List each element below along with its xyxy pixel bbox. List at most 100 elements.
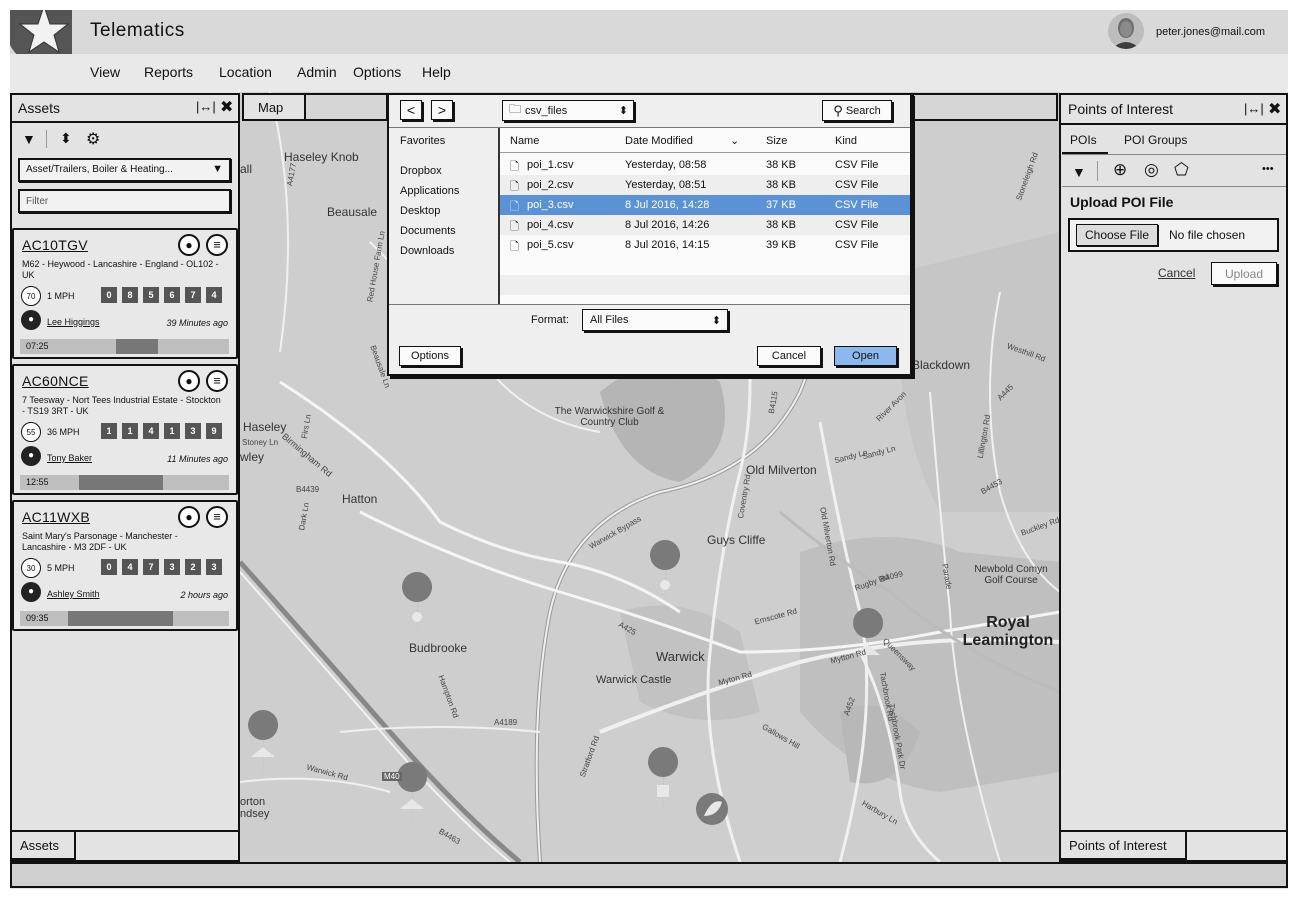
menu-icon[interactable]: ≡ [206, 234, 228, 256]
menu-location[interactable]: Location [219, 64, 272, 80]
file-row[interactable]: 🗋 poi_3.csv 8 Jul 2016, 14:28 37 KB CSV File [500, 195, 910, 215]
sort-icon[interactable]: ⬍ [60, 130, 72, 147]
driver-name[interactable]: Tony Baker [47, 453, 92, 463]
driver-avatar-icon: ● [21, 310, 41, 330]
last-seen: 2 hours ago [180, 590, 228, 600]
map-label-golf-club: The Warwickshire Golf & Country Club [554, 406, 665, 428]
file-kind: CSV File [835, 199, 879, 211]
empty-row [500, 275, 910, 295]
dock-icon[interactable]: |↔| [196, 99, 216, 114]
file-size: 39 KB [766, 239, 796, 251]
driver-icon[interactable]: ● [178, 506, 200, 528]
odometer-digit: 7 [143, 559, 159, 575]
more-options-icon[interactable]: ••• [1262, 163, 1274, 175]
add-circle-poi-icon[interactable]: ◎ [1144, 160, 1159, 180]
menu-reports[interactable]: Reports [144, 64, 193, 80]
chevron-down-icon[interactable]: ⌄ [730, 134, 739, 147]
driver-name[interactable]: Ashley Smith [47, 589, 100, 599]
favorite-applications[interactable]: Applications [400, 185, 459, 197]
menu-bar [10, 54, 1288, 92]
logo [10, 10, 72, 54]
close-icon[interactable]: ✖ [1268, 99, 1281, 119]
cancel-button[interactable]: Cancel [757, 346, 821, 366]
tab-poi-groups[interactable]: POI Groups [1124, 133, 1187, 147]
driver-name[interactable]: Lee Higgings [47, 317, 100, 327]
search-button[interactable]: ⚲ Search [822, 100, 892, 121]
favorite-desktop[interactable]: Desktop [400, 205, 440, 217]
cancel-link[interactable]: Cancel [1158, 266, 1195, 280]
map-label-blackdown: Blackdown [912, 358, 971, 372]
tab-pois[interactable]: POIs [1070, 133, 1097, 147]
odometer-digit: 0 [101, 559, 117, 575]
column-name[interactable]: Name [510, 135, 539, 147]
file-size: 38 KB [766, 219, 796, 231]
road-label: M40 [382, 772, 402, 781]
options-button[interactable]: Options [399, 346, 461, 366]
file-row[interactable]: 🗋 poi_2.csv Yesterday, 08:51 38 KB CSV File [500, 175, 910, 195]
driver-icon[interactable]: ● [178, 234, 200, 256]
timeline-bar[interactable]: 07:25 [20, 339, 229, 354]
menu-options[interactable]: Options [353, 64, 401, 80]
column-kind[interactable]: Kind [835, 135, 857, 147]
choose-file-button[interactable]: Choose File [1076, 224, 1158, 246]
assets-footer-tab[interactable]: Assets [10, 830, 76, 860]
add-polygon-poi-icon[interactable]: ⬠ [1174, 160, 1189, 180]
menu-view[interactable]: View [90, 64, 120, 80]
map-label-budbrooke: Budbrooke [409, 641, 468, 655]
column-date-modified[interactable]: Date Modified [625, 135, 693, 147]
asset-plate[interactable]: AC60NCE [22, 373, 89, 389]
close-icon[interactable]: ✖ [220, 97, 233, 117]
asset-filter-input[interactable]: Filter [18, 189, 231, 213]
tab-map[interactable]: Map [242, 93, 306, 121]
map-label-hatton: Hatton [342, 492, 378, 506]
file-row[interactable]: 🗋 poi_5.csv 8 Jul 2016, 14:15 39 KB CSV File [500, 235, 910, 255]
asset-plate[interactable]: AC10TGV [22, 237, 88, 253]
filter-icon[interactable]: ▼ [1072, 164, 1086, 180]
map-label-old-milverton: Old Milverton [746, 463, 817, 477]
favorite-documents[interactable]: Documents [400, 225, 456, 237]
user-email[interactable]: peter.jones@mail.com [1156, 26, 1265, 38]
divider [1059, 123, 1288, 125]
chevron-down-icon: ▼ [212, 163, 223, 175]
timeline-fill [68, 611, 173, 626]
empty-row [500, 255, 910, 275]
driver-icon[interactable]: ● [178, 370, 200, 392]
dock-icon[interactable]: |↔| [1244, 101, 1264, 116]
file-row[interactable]: 🗋 poi_1.csv Yesterday, 08:58 38 KB CSV File [500, 155, 910, 175]
open-button[interactable]: Open [834, 346, 897, 366]
odometer-digit: 5 [143, 287, 159, 303]
timeline-bar[interactable]: 09:35 [20, 611, 229, 626]
asset-group-select[interactable]: Asset/Trailers, Boiler & Heating... ▼ [18, 158, 231, 182]
folder-select[interactable]: 🗀 csv_files ⬍ [502, 100, 634, 121]
driver-avatar-icon: ● [21, 446, 41, 466]
column-size[interactable]: Size [766, 135, 787, 147]
back-button[interactable]: < [400, 100, 422, 120]
menu-icon[interactable]: ≡ [206, 370, 228, 392]
favorite-dropbox[interactable]: Dropbox [400, 165, 442, 177]
filter-icon[interactable]: ▼ [22, 131, 36, 147]
upload-button[interactable]: Upload [1211, 262, 1277, 285]
menu-icon[interactable]: ≡ [206, 506, 228, 528]
speed-limit-sign: 30 [21, 558, 41, 578]
map-label-orton: orton ndsey [240, 796, 270, 820]
add-poi-icon[interactable]: ⊕ [1113, 160, 1127, 180]
asset-speed: 5 MPH [47, 563, 75, 573]
poi-footer-tab[interactable]: Points of Interest [1059, 830, 1187, 860]
format-select[interactable]: All Files ⬍ [582, 309, 728, 331]
menu-admin[interactable]: Admin [297, 64, 337, 80]
asset-speed: 36 MPH [47, 427, 80, 437]
gear-icon[interactable]: ⚙ [86, 129, 100, 149]
odometer-digit: 3 [164, 559, 180, 575]
file-size: 37 KB [766, 199, 796, 211]
menu-help[interactable]: Help [422, 64, 451, 80]
forward-button[interactable]: > [431, 100, 453, 120]
odometer-digit: 7 [185, 287, 201, 303]
timeline-bar[interactable]: 12:55 [20, 475, 229, 490]
favorite-downloads[interactable]: Downloads [400, 245, 454, 257]
map-label-haseley: Haseley [243, 420, 287, 434]
road-label: A4189 [494, 718, 518, 727]
poi-panel-title: Points of Interest [1068, 101, 1174, 117]
asset-plate[interactable]: AC11WXB [22, 509, 90, 525]
user-avatar[interactable] [1108, 13, 1144, 49]
file-row[interactable]: 🗋 poi_4.csv 8 Jul 2016, 14:26 38 KB CSV File [500, 215, 910, 235]
